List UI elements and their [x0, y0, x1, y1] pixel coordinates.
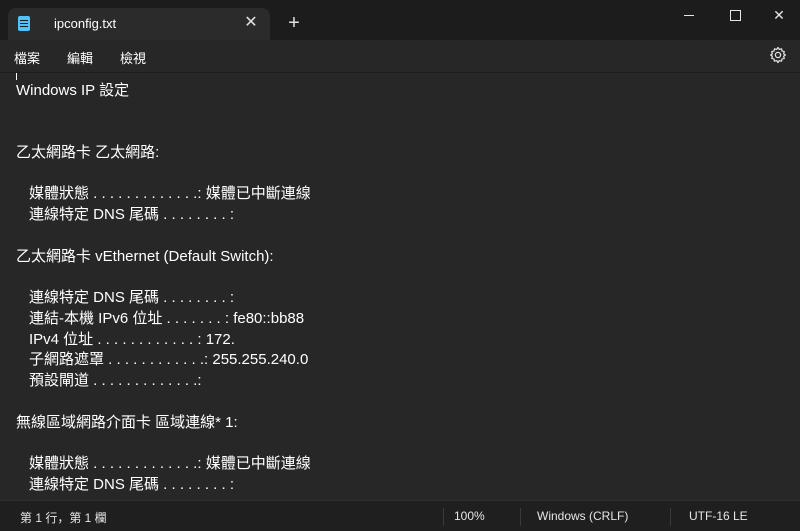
editor-line: 連線特定 DNS 尾碼 . . . . . . . . : — [29, 289, 235, 306]
status-divider — [443, 508, 444, 526]
menu-file[interactable]: 檔案 — [14, 48, 40, 67]
maximize-icon — [730, 10, 741, 21]
close-window-button[interactable]: ✕ — [756, 0, 800, 30]
notepad-window: ipconfig.txt ✕ + ✕ 檔案 編輯 檢視 Windows IP 設… — [0, 0, 800, 531]
menu-bar: 檔案 編輯 檢視 — [0, 40, 800, 72]
title-bar: ipconfig.txt ✕ + ✕ — [0, 0, 800, 40]
maximize-button[interactable] — [712, 0, 758, 30]
editor-line: 乙太網路卡 vEthernet (Default Switch): — [16, 248, 274, 265]
gear-icon[interactable] — [769, 46, 787, 64]
zoom-level[interactable]: 100% — [454, 509, 485, 523]
text-caret — [16, 73, 17, 80]
encoding[interactable]: UTF-16 LE — [689, 509, 748, 523]
tab-ipconfig[interactable]: ipconfig.txt ✕ — [8, 8, 270, 40]
close-tab-icon[interactable]: ✕ — [241, 13, 261, 33]
editor-line: 連線特定 DNS 尾碼 . . . . . . . . : — [29, 476, 235, 493]
status-bar: 第 1 行，第 1 欄 100% Windows (CRLF) UTF-16 L… — [0, 500, 800, 531]
cursor-position: 第 1 行，第 1 欄 — [20, 511, 107, 525]
editor-line: 連線特定 DNS 尾碼 . . . . . . . . : — [29, 206, 235, 223]
editor-line: Windows IP 設定 — [16, 82, 130, 99]
menu-edit[interactable]: 編輯 — [67, 48, 93, 67]
tab-title: ipconfig.txt — [54, 16, 117, 31]
editor-line: 無線區域網路介面卡 區域連線* 1: — [16, 414, 238, 431]
editor-line: IPv4 位址 . . . . . . . . . . . . : 172. — [29, 331, 235, 348]
notepad-icon — [18, 16, 30, 31]
editor-line: 子網路遮罩 . . . . . . . . . . . .: 255.255.2… — [29, 351, 309, 368]
line-ending[interactable]: Windows (CRLF) — [537, 509, 628, 523]
minimize-button[interactable] — [666, 0, 712, 30]
editor-line: 預設閘道 . . . . . . . . . . . . .: — [29, 372, 202, 389]
editor-line: 乙太網路卡 乙太網路: — [16, 144, 160, 161]
editor-line: 連結-本機 IPv6 位址 . . . . . . . : fe80::bb88 — [29, 310, 305, 327]
editor-line: 媒體狀態 . . . . . . . . . . . . .: 媒體已中斷連線 — [29, 185, 311, 202]
status-divider — [520, 508, 521, 526]
text-editor[interactable]: Windows IP 設定 乙太網路卡 乙太網路: 媒體狀態 . . . . .… — [0, 72, 800, 501]
minimize-icon — [684, 15, 694, 16]
status-divider — [670, 508, 671, 526]
menu-view[interactable]: 檢視 — [120, 48, 146, 67]
new-tab-button[interactable]: + — [284, 13, 304, 33]
editor-line: 媒體狀態 . . . . . . . . . . . . .: 媒體已中斷連線 — [29, 455, 311, 472]
